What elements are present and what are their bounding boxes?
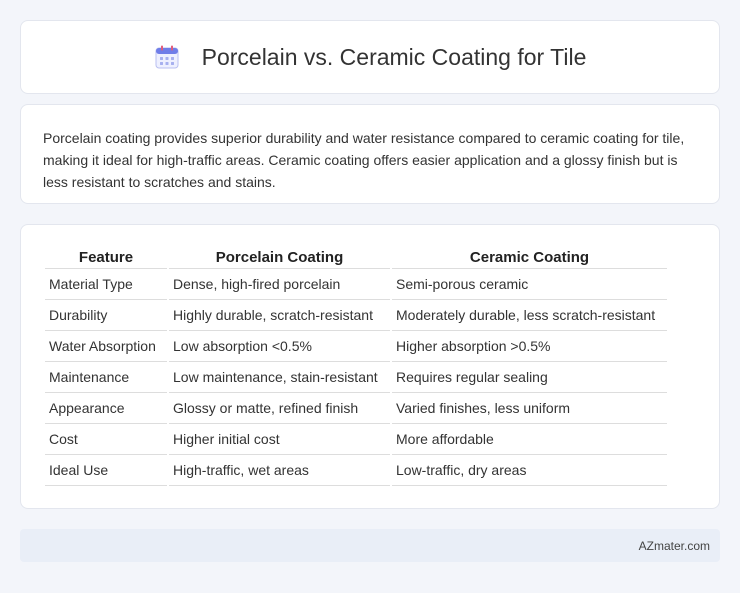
table-cell: Varied finishes, less uniform — [392, 393, 667, 424]
column-header-feature: Feature — [45, 247, 167, 269]
table-cell: Material Type — [45, 269, 167, 300]
page-title: Porcelain vs. Ceramic Coating for Tile — [201, 43, 587, 70]
table-cell: Higher absorption >0.5% — [392, 331, 667, 362]
summary-text: Porcelain coating provides superior dura… — [43, 130, 685, 190]
comparison-table-card: Feature Porcelain Coating Ceramic Coatin… — [20, 224, 720, 509]
column-header-porcelain: Porcelain Coating — [169, 247, 390, 269]
table-cell: Ideal Use — [45, 455, 167, 486]
table-cell: Requires regular sealing — [392, 362, 667, 393]
table-row: Material Type Dense, high-fired porcelai… — [45, 269, 667, 300]
table-row: Ideal Use High-traffic, wet areas Low-tr… — [45, 455, 667, 486]
column-header-ceramic: Ceramic Coating — [392, 247, 667, 269]
table-cell: Dense, high-fired porcelain — [169, 269, 390, 300]
table-row: Appearance Glossy or matte, refined fini… — [45, 393, 667, 424]
table-cell: Moderately durable, less scratch-resista… — [392, 300, 667, 331]
table-header-row: Feature Porcelain Coating Ceramic Coatin… — [45, 247, 667, 269]
comparison-table: Feature Porcelain Coating Ceramic Coatin… — [43, 247, 669, 486]
calendar-icon — [154, 44, 180, 70]
footer: AZmater.com — [20, 529, 720, 562]
table-cell: Glossy or matte, refined finish — [169, 393, 390, 424]
table-cell: More affordable — [392, 424, 667, 455]
summary-card: Porcelain coating provides superior dura… — [20, 104, 720, 204]
table-cell: Appearance — [45, 393, 167, 424]
table-cell: High-traffic, wet areas — [169, 455, 390, 486]
table-cell: Durability — [45, 300, 167, 331]
table-row: Durability Highly durable, scratch-resis… — [45, 300, 667, 331]
table-cell: Semi-porous ceramic — [392, 269, 667, 300]
table-cell: Low-traffic, dry areas — [392, 455, 667, 486]
table-cell: Maintenance — [45, 362, 167, 393]
table-cell: Low maintenance, stain-resistant — [169, 362, 390, 393]
table-cell: Water Absorption — [45, 331, 167, 362]
title-card: Porcelain vs. Ceramic Coating for Tile — [20, 20, 720, 94]
table-cell: Cost — [45, 424, 167, 455]
table-row: Maintenance Low maintenance, stain-resis… — [45, 362, 667, 393]
source-credit: AZmater.com — [638, 538, 710, 553]
table-row: Water Absorption Low absorption <0.5% Hi… — [45, 331, 667, 362]
table-cell: Higher initial cost — [169, 424, 390, 455]
table-cell: Highly durable, scratch-resistant — [169, 300, 390, 331]
table-row: Cost Higher initial cost More affordable — [45, 424, 667, 455]
table-cell: Low absorption <0.5% — [169, 331, 390, 362]
